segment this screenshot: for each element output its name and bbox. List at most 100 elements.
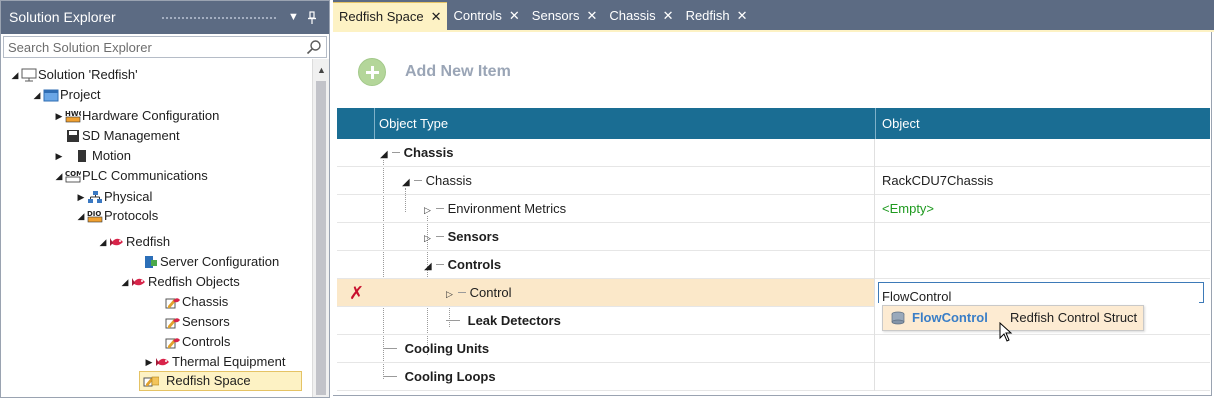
vertical-scrollbar[interactable]: ▲ — [312, 59, 329, 397]
object-type-cell[interactable]: ▷ Control — [374, 279, 875, 307]
tree-item-physical[interactable]: ▶ Physical — [75, 187, 153, 207]
collapse-arrow-icon[interactable]: ◢ — [402, 169, 414, 197]
row-header[interactable] — [337, 167, 374, 195]
object-cell[interactable] — [875, 139, 1210, 167]
column-header-object[interactable]: Object — [875, 108, 1210, 139]
close-icon[interactable]: ✕ — [431, 4, 442, 30]
collapse-arrow-icon[interactable]: ◢ — [9, 65, 21, 85]
table-row[interactable]: ▷ Environment Metrics <Empty> — [337, 195, 1210, 223]
tree-item-solution[interactable]: ◢ Solution 'Redfish' — [9, 65, 138, 85]
table-row[interactable]: Cooling Units — [337, 335, 1210, 363]
tree-item-hardware-configuration[interactable]: ▶ HWC Hardware Configuration — [53, 106, 220, 126]
expand-arrow-icon[interactable]: ▷ — [446, 280, 458, 308]
delete-row-icon[interactable]: ✗ — [349, 283, 364, 304]
tree-item-sensors[interactable]: Sensors — [165, 312, 230, 332]
table-row-current[interactable]: ✗ ▷ Control — [337, 279, 1210, 307]
server-config-icon — [145, 256, 157, 268]
title-bar-grip[interactable] — [161, 16, 276, 20]
object-type-cell[interactable]: Leak Detectors — [374, 307, 875, 335]
tree-item-redfish[interactable]: ◢ Redfish — [97, 232, 171, 252]
search-icon[interactable] — [306, 39, 322, 55]
tree-item-controls[interactable]: Controls — [165, 332, 230, 352]
tab-controls[interactable]: Controls ✕ — [447, 2, 525, 30]
expand-arrow-icon[interactable]: ▶ — [53, 106, 65, 126]
collapse-arrow-icon[interactable]: ◢ — [380, 141, 392, 169]
tree-item-redfish-objects[interactable]: ◢ Redfish Objects — [119, 272, 240, 292]
tab-label: Redfish — [685, 8, 730, 23]
scroll-up-arrow-icon[interactable]: ▲ — [317, 65, 326, 75]
close-icon[interactable]: ✕ — [663, 3, 674, 29]
search-input[interactable] — [4, 37, 294, 57]
tree-item-label: Redfish — [126, 234, 171, 249]
tree-item-plc-communications[interactable]: ◢ COM PLC Communications — [53, 166, 208, 186]
tree-item-protocols[interactable]: ◢ DIO Protocols — [75, 206, 159, 226]
object-cell[interactable] — [875, 335, 1210, 363]
expand-arrow-icon[interactable]: ▶ — [53, 146, 65, 166]
tree-item-chassis[interactable]: Chassis — [165, 292, 228, 312]
tree-item-project[interactable]: ◢ Project — [31, 85, 101, 105]
object-cell[interactable] — [875, 363, 1210, 391]
close-icon[interactable]: ✕ — [737, 3, 748, 29]
tree-item-server-configuration[interactable]: Server Configuration — [143, 252, 279, 272]
row-header[interactable] — [337, 223, 374, 251]
tab-chassis[interactable]: Chassis ✕ — [603, 2, 679, 30]
object-cell[interactable]: RackCDU7Chassis — [875, 167, 1210, 195]
tree-item-motion[interactable]: ▶ Motion — [53, 146, 132, 166]
tree-item-redfish-space[interactable]: Redfish Space — [139, 371, 302, 391]
row-header[interactable] — [337, 195, 374, 223]
object-type-cell[interactable]: ◢ Controls — [374, 251, 875, 279]
protocols-icon: DIO — [87, 210, 103, 223]
tab-redfish-space[interactable]: Redfish Space ✕ — [333, 2, 448, 30]
collapse-arrow-icon[interactable]: ◢ — [53, 166, 65, 186]
collapse-arrow-icon[interactable]: ◢ — [75, 206, 87, 226]
row-header[interactable] — [337, 139, 374, 167]
communications-icon: COM — [65, 170, 81, 183]
object-type-cell[interactable]: ▷ Environment Metrics — [374, 195, 875, 223]
object-cell[interactable] — [875, 279, 1210, 307]
expand-arrow-icon[interactable]: ▷ — [424, 196, 436, 224]
object-type-cell[interactable]: Cooling Units — [374, 335, 875, 363]
collapse-arrow-icon[interactable]: ◢ — [97, 232, 109, 252]
close-icon[interactable]: ✕ — [587, 3, 598, 29]
object-type-cell[interactable]: Cooling Loops — [374, 363, 875, 391]
expand-arrow-icon[interactable]: ▶ — [75, 187, 87, 207]
object-cell[interactable] — [875, 223, 1210, 251]
collapse-arrow-icon[interactable]: ◢ — [424, 253, 436, 281]
table-row[interactable]: ◢ Chassis — [337, 139, 1210, 167]
window-position-dropdown-icon[interactable]: ▼ — [288, 1, 299, 34]
table-row[interactable]: Cooling Loops — [337, 363, 1210, 391]
tree-item-sd-management[interactable]: SD Management — [65, 126, 180, 146]
tab-redfish[interactable]: Redfish ✕ — [680, 2, 754, 30]
solution-icon — [21, 68, 37, 82]
object-edit-field[interactable] — [878, 282, 1204, 306]
solution-explorer-search[interactable] — [3, 36, 327, 58]
scrollbar-thumb[interactable] — [316, 81, 326, 395]
expand-arrow-icon[interactable]: ▷ — [424, 224, 436, 252]
tree-item-label: Controls — [182, 334, 231, 349]
collapse-arrow-icon[interactable]: ◢ — [31, 85, 43, 105]
table-row[interactable]: ◢ Controls — [337, 251, 1210, 279]
table-row[interactable]: ◢ Chassis RackCDU7Chassis — [337, 167, 1210, 195]
tree-item-thermal-equipment[interactable]: ▶ Thermal Equipment — [143, 352, 286, 372]
column-header-object-type[interactable]: Object Type — [374, 108, 874, 139]
row-header[interactable] — [337, 307, 374, 335]
autocomplete-suggestion[interactable]: FlowControl Redfish Control Struct — [882, 305, 1144, 331]
add-new-item-button[interactable]: Add New Item — [358, 58, 511, 86]
redfish-object-icon — [165, 298, 180, 309]
row-header[interactable] — [337, 363, 374, 391]
tab-sensors[interactable]: Sensors ✕ — [526, 2, 604, 30]
close-icon[interactable]: ✕ — [509, 3, 520, 29]
pin-icon[interactable] — [307, 1, 317, 39]
object-cell[interactable] — [875, 251, 1210, 279]
object-cell[interactable]: <Empty> — [875, 195, 1210, 223]
object-type-cell[interactable]: ◢ Chassis — [374, 139, 875, 167]
collapse-arrow-icon[interactable]: ◢ — [119, 272, 131, 292]
row-header[interactable] — [337, 335, 374, 363]
table-row[interactable]: ▷ Sensors — [337, 223, 1210, 251]
row-header[interactable] — [337, 251, 374, 279]
object-type-cell[interactable]: ▷ Sensors — [374, 223, 875, 251]
object-input[interactable] — [879, 287, 1199, 306]
expand-arrow-icon[interactable]: ▶ — [143, 352, 155, 372]
object-type-cell[interactable]: ◢ Chassis — [374, 167, 875, 195]
row-header[interactable]: ✗ — [337, 279, 374, 307]
